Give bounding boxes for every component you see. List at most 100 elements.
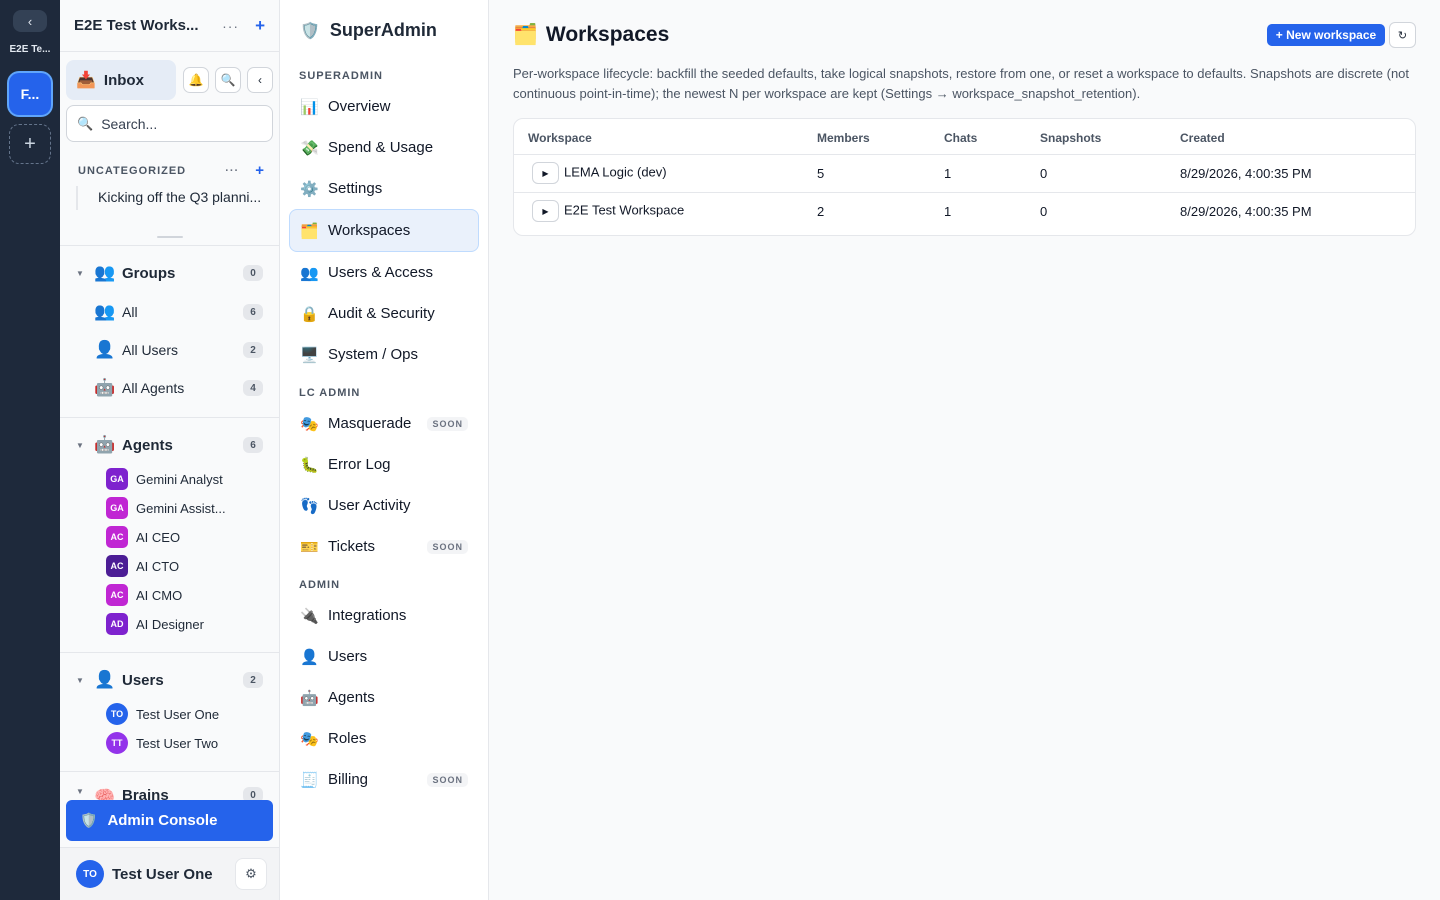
avatar: TO [106, 703, 128, 725]
divider [60, 245, 279, 246]
user-icon: 👤 [94, 340, 116, 359]
nav-label: Error Log [328, 456, 391, 473]
nav-item-system-ops[interactable]: 🖥️ System / Ops [289, 334, 479, 375]
group-item-all-agents[interactable]: 🤖 All Agents 4 [94, 376, 263, 400]
plug-icon: 🔌 [300, 607, 319, 625]
divider [60, 652, 279, 653]
nav-item-overview[interactable]: 📊 Overview [289, 86, 479, 127]
more-options-icon[interactable]: ··· [222, 18, 239, 34]
expand-row-button[interactable]: ▶ [532, 200, 559, 223]
agent-label: AI CEO [136, 529, 181, 545]
caret-right-icon: ▶ [542, 206, 549, 216]
workspace-tile[interactable]: F... [9, 73, 51, 115]
group-item-all[interactable]: 👥 All 6 [94, 300, 263, 324]
nav-label: Masquerade [328, 415, 412, 432]
brains-header[interactable]: ▼ 🧠 Brains 0 [76, 787, 263, 800]
nav-label: Users & Access [328, 264, 434, 281]
table-row[interactable]: ▶ E2E Test Workspace 2 1 0 8/29/2026, 4:0… [514, 192, 1415, 230]
nav-item-tickets[interactable]: 🎫 Tickets SOON [289, 526, 479, 567]
nav-label: Agents [328, 689, 375, 706]
column-header[interactable]: Members [817, 119, 944, 155]
settings-button[interactable]: ⚙ [235, 858, 267, 890]
nav-item-user-activity[interactable]: 👣 User Activity [289, 485, 479, 526]
main-content: 🗂️ Workspaces + New workspace ↻ Per-work… [489, 0, 1440, 900]
nav-item-users-access[interactable]: 👥 Users & Access [289, 252, 479, 293]
group-label: All Users [122, 342, 179, 358]
shield-icon: 🛡️ [80, 812, 98, 828]
lock-icon: 🔒 [300, 305, 319, 323]
nav-item-settings[interactable]: ⚙️ Settings [289, 168, 479, 209]
masks-icon: 🎭 [300, 730, 319, 748]
nav-item-masquerade[interactable]: 🎭 Masquerade SOON [289, 403, 479, 444]
group-item-all-users[interactable]: 👤 All Users 2 [94, 338, 263, 362]
table-row[interactable]: ▶ LEMA Logic (dev) 5 1 0 8/29/2026, 4:00:… [514, 154, 1415, 193]
agents-header[interactable]: ▼ 🤖 Agents 6 [76, 433, 263, 457]
user-item[interactable]: TT Test User Two [106, 732, 263, 754]
groups-header[interactable]: ▼ 👥 Groups 0 [76, 261, 263, 285]
nav-item-users[interactable]: 👤 Users [289, 636, 479, 677]
column-header[interactable]: Created [1180, 119, 1415, 155]
nav-label: Overview [328, 98, 391, 115]
refresh-button[interactable]: ↻ [1389, 22, 1416, 48]
agent-item[interactable]: AC AI CEO [106, 526, 263, 548]
avatar: TT [106, 732, 128, 754]
agent-item[interactable]: AD AI Designer [106, 613, 263, 635]
nav-item-audit-security[interactable]: 🔒 Audit & Security [289, 293, 479, 334]
notifications-button[interactable]: 🔔 [183, 67, 209, 93]
inbox-button[interactable]: 📥 Inbox [66, 60, 176, 100]
column-header[interactable]: Snapshots [1040, 119, 1180, 155]
nav-item-agents[interactable]: 🤖 Agents [289, 677, 479, 718]
agent-item[interactable]: GA Gemini Assist... [106, 497, 263, 519]
workspace-title[interactable]: E2E Test Works... [74, 17, 206, 34]
members-cell: 5 [817, 154, 944, 193]
inbox-label: Inbox [103, 71, 144, 89]
chats-cell: 1 [944, 203, 952, 219]
nav-item-spend-usage[interactable]: 💸 Spend & Usage [289, 127, 479, 168]
robot-icon: 🤖 [94, 378, 116, 397]
add-workspace-button[interactable]: + [9, 124, 51, 164]
nav-item-integrations[interactable]: 🔌 Integrations [289, 595, 479, 636]
table-header-row: Workspace Members Chats Snapshots Create… [514, 119, 1415, 155]
more-options-icon[interactable]: ··· [225, 165, 239, 177]
expand-row-button[interactable]: ▶ [532, 162, 559, 184]
masks-icon: 🎭 [300, 415, 319, 433]
agent-item[interactable]: AC AI CMO [106, 584, 263, 606]
resize-handle[interactable] [157, 236, 183, 238]
count-badge: 2 [243, 342, 263, 358]
chat-item[interactable]: Kicking off the Q3 planni... [76, 186, 266, 210]
search-button[interactable]: 🔍 [215, 67, 241, 93]
admin-nav: 🛡️ SuperAdmin SUPERADMIN 📊 Overview 💸 Spen… [280, 0, 489, 900]
page-description: Per-workspace lifecycle: backfill the se… [513, 66, 1410, 101]
nav-item-billing[interactable]: 🧾 Billing SOON [289, 759, 479, 800]
count-badge: 0 [243, 787, 263, 800]
nav-item-workspaces[interactable]: 🗂️ Workspaces [289, 209, 479, 252]
caret-down-icon: ▼ [76, 440, 84, 450]
admin-console-button[interactable]: 🛡️ Admin Console [66, 800, 273, 841]
add-chat-icon[interactable]: + [255, 162, 265, 179]
chats-cell: 1 [944, 154, 1040, 193]
users-header[interactable]: ▼ 👤 Users 2 [76, 668, 263, 692]
nav-item-error-log[interactable]: 🐛 Error Log [289, 444, 479, 485]
user-item[interactable]: TO Test User One [106, 703, 263, 725]
bar-chart-icon: 📊 [300, 98, 319, 116]
nav-item-roles[interactable]: 🎭 Roles [289, 718, 479, 759]
collapse-sidebar-button[interactable]: ‹ [247, 67, 273, 93]
add-icon[interactable]: + [255, 16, 265, 36]
soon-badge: SOON [427, 416, 468, 431]
agents-label: Agents [122, 436, 173, 454]
caret-down-icon: ▼ [76, 675, 84, 685]
column-header[interactable]: Workspace [514, 119, 817, 155]
ledger-icon: 💸 [300, 139, 319, 157]
avatar[interactable]: TO [76, 860, 104, 888]
column-header[interactable]: Chats [944, 119, 1040, 155]
new-workspace-button[interactable]: + New workspace [1267, 24, 1385, 46]
bell-icon: 🔔 [188, 73, 204, 87]
collapse-rail-button[interactable]: ‹ [13, 10, 47, 32]
agent-item[interactable]: AC AI CTO [106, 555, 263, 577]
workspace-name: E2E Test Workspace [564, 202, 685, 218]
page-title-text: Workspaces [545, 22, 670, 46]
agent-item[interactable]: GA Gemini Analyst [106, 468, 263, 490]
workspaces-table: Workspace Members Chats Snapshots Create… [514, 119, 1415, 230]
users-label: Users [122, 671, 164, 689]
search-input[interactable] [101, 115, 262, 132]
